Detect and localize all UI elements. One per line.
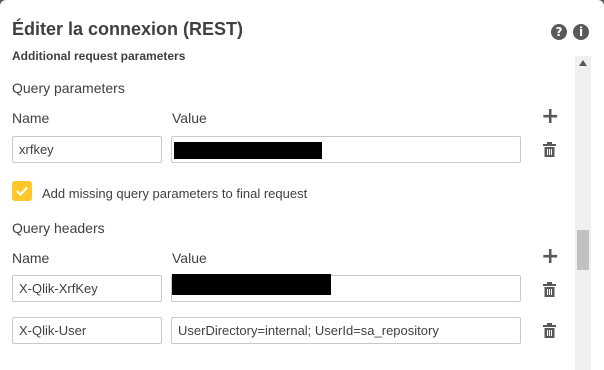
dialog-title: Éditer la connexion (REST) (12, 19, 244, 39)
param-value-label: Value (172, 110, 207, 126)
scroll-thumb[interactable] (577, 230, 589, 270)
param-name-label: Name (12, 110, 50, 126)
checkmark-icon (16, 186, 28, 196)
query-parameters-title: Query parameters (12, 80, 125, 96)
redaction-bar (172, 274, 331, 295)
header-value-label: Value (172, 250, 207, 266)
add-parameter-plus-icon[interactable]: + (541, 106, 559, 128)
info-icon[interactable]: i (573, 24, 589, 40)
header-value-field-2[interactable]: UserDirectory=internal; UserId=sa_reposi… (171, 317, 521, 344)
edit-connection-dialog: Éditer la connexion (REST) ? i Additiona… (0, 0, 604, 370)
delete-parameter-trash-icon[interactable] (543, 142, 556, 157)
scroll-up-arrow-icon[interactable] (579, 60, 587, 66)
help-icon[interactable]: ? (551, 24, 567, 40)
dialog-content: Additional request parameters Query para… (0, 48, 575, 370)
delete-header-2-trash-icon[interactable] (543, 323, 556, 338)
add-header-plus-icon[interactable]: + (541, 246, 559, 268)
header-name-field-1[interactable]: X-Qlik-XrfKey (12, 275, 162, 302)
add-missing-label: Add missing query parameters to final re… (42, 186, 308, 201)
header-name-label: Name (12, 250, 50, 266)
header-name-field-2[interactable]: X-Qlik-User (12, 317, 162, 344)
query-headers-title: Query headers (12, 220, 105, 236)
delete-header-1-trash-icon[interactable] (543, 282, 556, 297)
add-missing-checkbox[interactable] (12, 181, 32, 201)
redaction-bar (174, 142, 322, 159)
param-name-field[interactable]: xrfkey (12, 136, 162, 163)
vertical-scrollbar[interactable] (575, 56, 591, 370)
section-heading-text: Additional request parameters (12, 49, 186, 63)
section-heading-cut: Additional request parameters (12, 49, 185, 63)
